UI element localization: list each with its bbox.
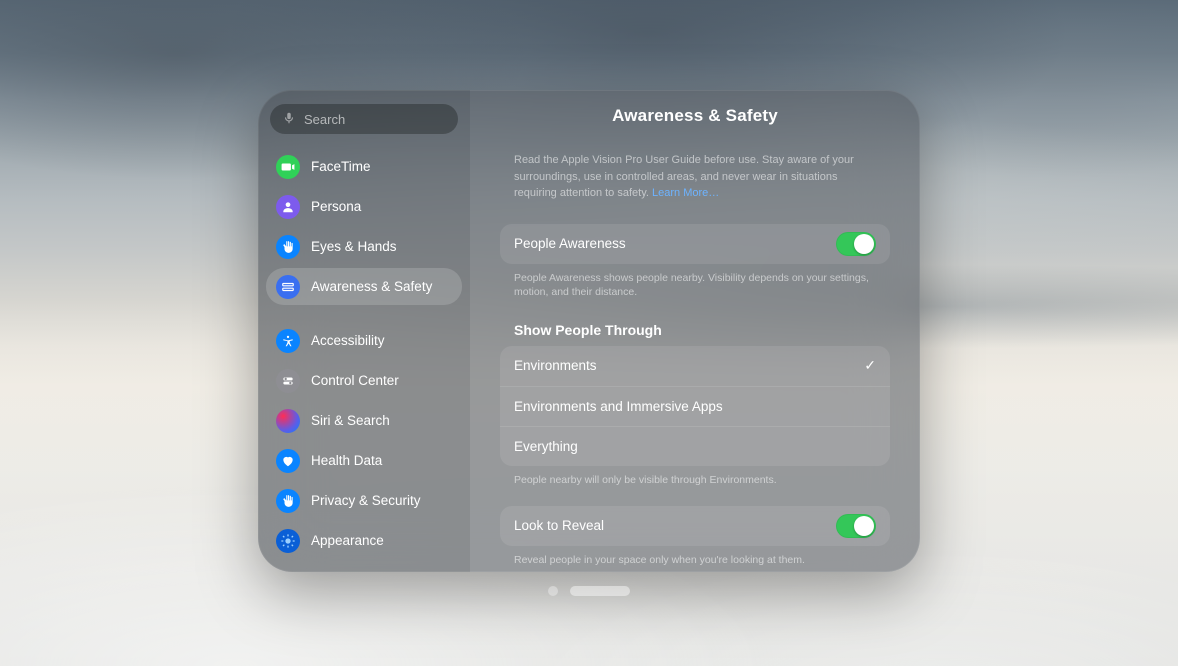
people-awareness-row[interactable]: People Awareness [500,224,890,264]
awareness-icon [276,275,300,299]
sidebar-item-appearance[interactable]: Appearance [266,522,462,559]
show-people-card: Environments ✓ Environments and Immersiv… [500,346,890,466]
people-awareness-label: People Awareness [514,236,626,251]
learn-more-link[interactable]: Learn More… [652,187,719,199]
search-input[interactable]: Search [270,104,458,134]
checkmark-icon: ✓ [864,357,876,374]
sidebar-item-label: Privacy & Security [311,493,421,508]
option-label: Environments [514,358,597,373]
sidebar-item-control-center[interactable]: Control Center [266,362,462,399]
sidebar-item-label: Eyes & Hands [311,239,397,254]
people-awareness-toggle[interactable] [836,232,876,256]
intro-text: Read the Apple Vision Pro User Guide bef… [514,152,876,202]
sidebar-item-label: Siri & Search [311,413,390,428]
people-awareness-card: People Awareness [500,224,890,264]
settings-window: Search FaceTime Persona Eyes & Hands A [258,90,920,572]
sidebar-item-label: Health Data [311,453,382,468]
sidebar-item-label: Persona [311,199,361,214]
look-to-reveal-card: Look to Reveal [500,506,890,546]
sidebar-item-awareness-safety[interactable]: Awareness & Safety [266,268,462,305]
sidebar-item-eyes-hands[interactable]: Eyes & Hands [266,228,462,265]
show-people-footnote: People nearby will only be visible throu… [514,473,876,488]
search-placeholder: Search [304,112,345,127]
privacy-icon [276,489,300,513]
page-title: Awareness & Safety [500,106,890,126]
look-to-reveal-row[interactable]: Look to Reveal [500,506,890,546]
look-to-reveal-label: Look to Reveal [514,518,604,533]
microphone-icon [282,111,296,128]
page-indicator[interactable] [548,586,630,596]
option-environments[interactable]: Environments ✓ [500,346,890,386]
appearance-icon [276,529,300,553]
sidebar-item-label: Accessibility [311,333,385,348]
sidebar-item-facetime[interactable]: FaceTime [266,148,462,185]
content-pane: Awareness & Safety Read the Apple Vision… [470,90,920,572]
sidebar-item-siri-search[interactable]: Siri & Search [266,402,462,439]
sidebar-item-label: Appearance [311,533,384,548]
show-people-section-label: Show People Through [514,322,876,338]
control-center-icon [276,369,300,393]
sidebar: Search FaceTime Persona Eyes & Hands A [258,90,470,572]
sidebar-item-accessibility[interactable]: Accessibility [266,322,462,359]
option-label: Environments and Immersive Apps [514,399,723,414]
facetime-icon [276,155,300,179]
option-environments-immersive[interactable]: Environments and Immersive Apps [500,386,890,426]
option-label: Everything [514,439,578,454]
look-to-reveal-footnote: Reveal people in your space only when yo… [514,553,876,568]
hand-icon [276,235,300,259]
page-dot[interactable] [548,586,558,596]
people-awareness-footnote: People Awareness shows people nearby. Vi… [514,271,876,300]
siri-icon [276,409,300,433]
sidebar-item-label: Awareness & Safety [311,279,432,294]
page-pill[interactable] [570,586,630,596]
option-everything[interactable]: Everything [500,426,890,466]
heart-icon [276,449,300,473]
sidebar-item-privacy-security[interactable]: Privacy & Security [266,482,462,519]
look-to-reveal-toggle[interactable] [836,514,876,538]
persona-icon [276,195,300,219]
sidebar-item-label: FaceTime [311,159,371,174]
sidebar-item-label: Control Center [311,373,399,388]
sidebar-item-persona[interactable]: Persona [266,188,462,225]
sidebar-item-health-data[interactable]: Health Data [266,442,462,479]
accessibility-icon [276,329,300,353]
